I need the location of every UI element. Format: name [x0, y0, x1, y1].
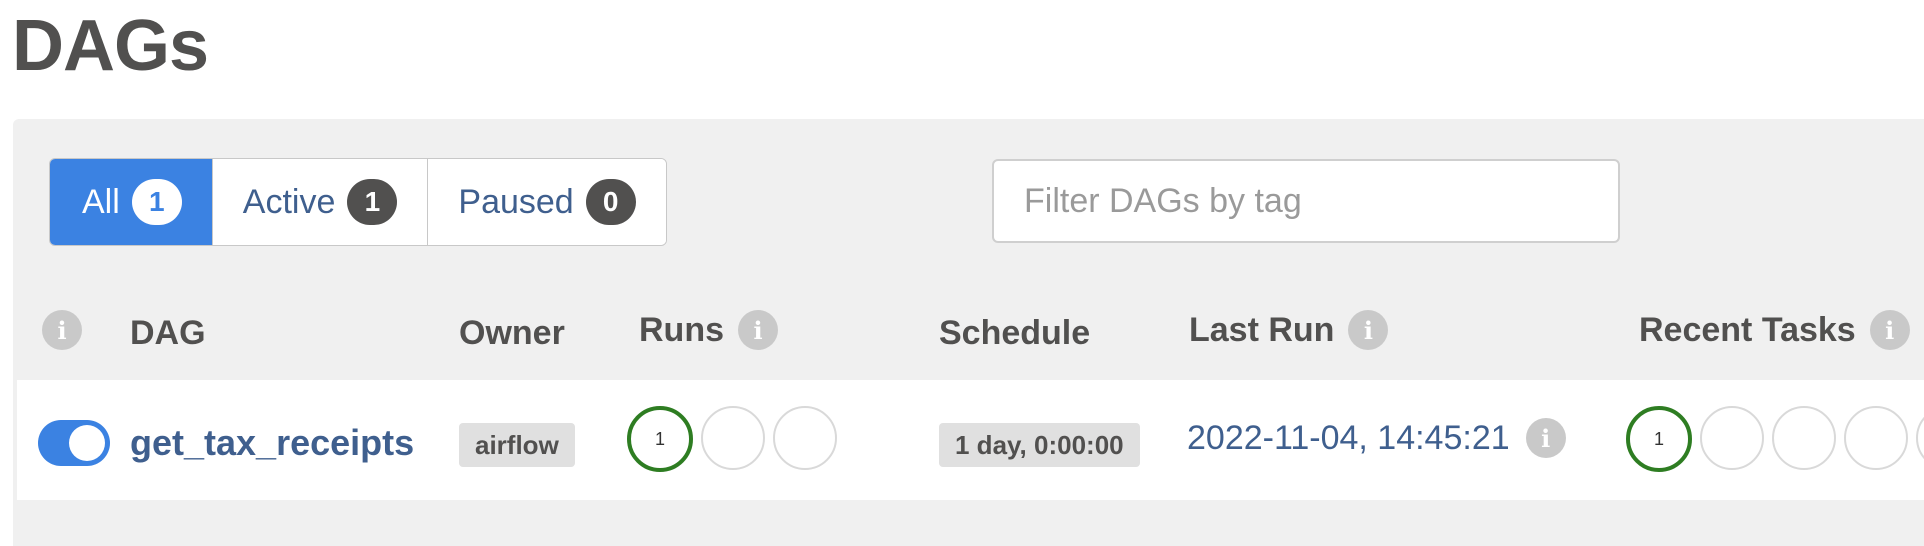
schedule-badge: 1 day, 0:00:00	[939, 423, 1140, 467]
tag-filter-input[interactable]	[992, 159, 1620, 243]
toggle-knob	[69, 425, 105, 461]
info-icon[interactable]: i	[738, 310, 778, 350]
filter-all-label: All	[82, 182, 120, 221]
dag-column-label: DAG	[130, 314, 206, 352]
last-run-column-label: Last Run	[1189, 310, 1335, 349]
filter-all-button[interactable]: All 1	[50, 159, 212, 245]
recent-tasks-column-header: Recent Tasks i	[1639, 310, 1910, 350]
schedule-column-header: Schedule	[939, 314, 1090, 353]
page-title: DAGs	[12, 6, 209, 86]
task-status-circle[interactable]	[1844, 406, 1908, 470]
filter-active-count-badge: 1	[347, 179, 398, 225]
filter-paused-button[interactable]: Paused 0	[427, 159, 666, 245]
task-status-circle-success[interactable]: 1	[1626, 406, 1692, 472]
info-icon[interactable]: i	[42, 310, 82, 350]
run-status-circle-success[interactable]: 1	[627, 406, 693, 472]
filter-paused-label: Paused	[458, 182, 574, 221]
last-run-column-header: Last Run i	[1189, 310, 1389, 350]
last-run-cell: 2022-11-04, 14:45:21 i	[1187, 418, 1566, 458]
task-status-circle[interactable]	[1916, 406, 1924, 470]
filter-paused-count-badge: 0	[585, 179, 636, 225]
select-column-header: i	[42, 310, 82, 350]
last-run-link[interactable]: 2022-11-04, 14:45:21	[1187, 419, 1510, 458]
owner-column-label: Owner	[459, 314, 565, 352]
filter-active-button[interactable]: Active 1	[211, 159, 428, 245]
recent-tasks-column-label: Recent Tasks	[1639, 310, 1856, 349]
recent-tasks-status-circles: 1	[1626, 406, 1924, 472]
task-status-circle[interactable]	[1700, 406, 1764, 470]
filter-active-label: Active	[242, 182, 336, 221]
task-status-circle[interactable]	[1772, 406, 1836, 470]
info-icon[interactable]: i	[1348, 310, 1389, 350]
info-icon[interactable]: i	[1525, 418, 1566, 458]
status-filter-group: All 1 Active 1 Paused 0	[49, 158, 667, 246]
schedule-column-label: Schedule	[939, 314, 1091, 352]
info-icon[interactable]: i	[1869, 310, 1910, 350]
run-status-circle-running[interactable]	[701, 406, 765, 470]
dag-column-header[interactable]: DAG	[130, 314, 206, 353]
owner-column-header[interactable]: Owner	[459, 314, 565, 353]
runs-status-circles: 1	[627, 406, 837, 472]
runs-column-header: Runs i	[639, 310, 778, 350]
filter-all-count-badge: 1	[131, 179, 182, 225]
owner-tag[interactable]: airflow	[459, 423, 575, 467]
runs-column-label: Runs	[639, 310, 724, 349]
dag-id-link[interactable]: get_tax_receipts	[130, 420, 414, 466]
run-status-circle-failed[interactable]	[773, 406, 837, 470]
dag-pause-toggle[interactable]	[38, 420, 110, 466]
